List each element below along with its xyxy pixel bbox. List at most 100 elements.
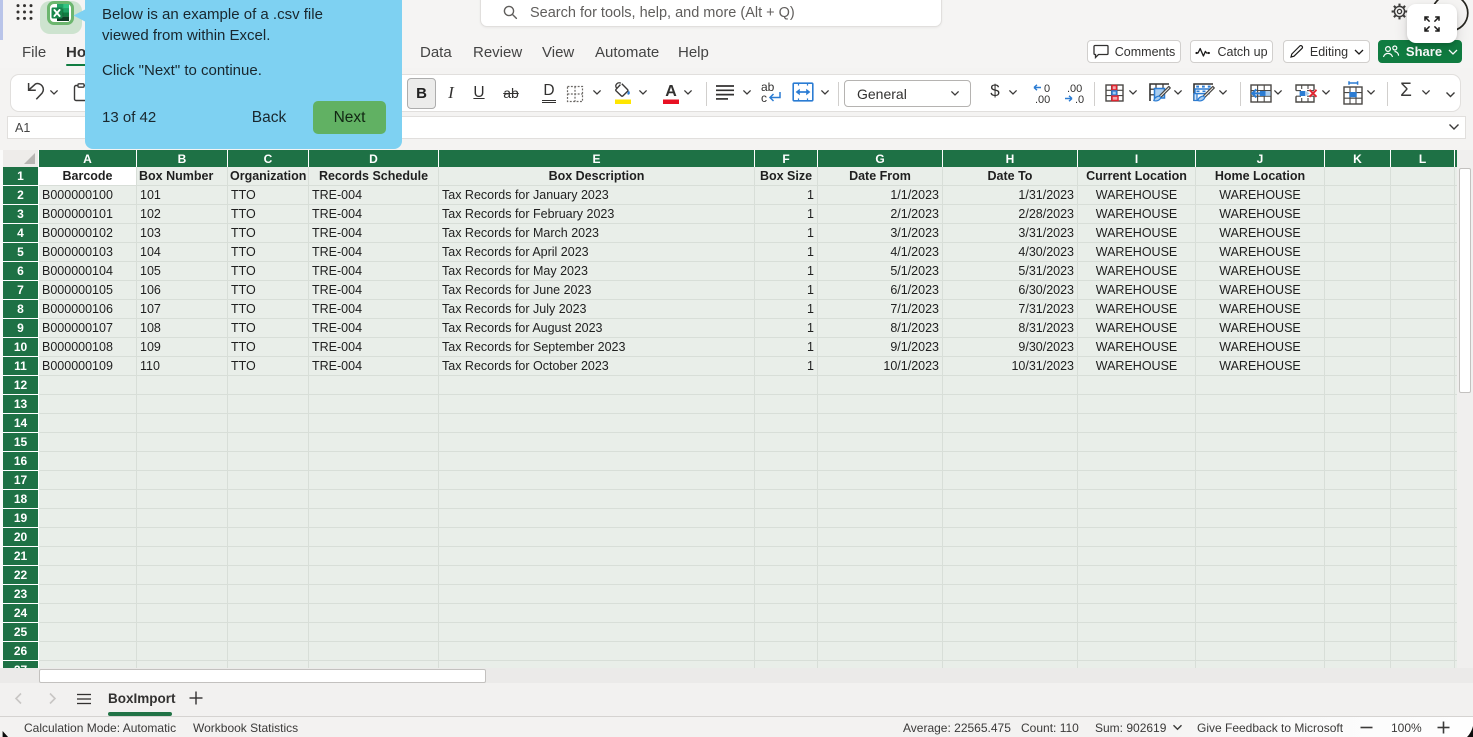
cell-B11[interactable]: 110 <box>137 357 228 376</box>
cell-L5[interactable] <box>1391 243 1455 262</box>
cell-G16[interactable] <box>818 452 943 471</box>
cell-J9[interactable]: WAREHOUSE <box>1196 319 1325 338</box>
cell-L14[interactable] <box>1391 414 1455 433</box>
conditional-formatting-button[interactable] <box>1105 84 1125 102</box>
cell-L11[interactable] <box>1391 357 1455 376</box>
cell-L23[interactable] <box>1391 585 1455 604</box>
underline-button[interactable]: U <box>469 82 489 104</box>
cell-F22[interactable] <box>755 566 818 585</box>
menu-automate[interactable]: Automate <box>595 44 659 61</box>
cell-I5[interactable]: WAREHOUSE <box>1078 243 1196 262</box>
cell-H9[interactable]: 8/31/2023 <box>943 319 1078 338</box>
cell-J19[interactable] <box>1196 509 1325 528</box>
currency-chevron-icon[interactable] <box>1008 89 1018 96</box>
fill-color-button[interactable] <box>612 81 634 105</box>
cell-D27[interactable] <box>309 661 439 668</box>
zoom-level[interactable]: 100% <box>1391 721 1422 735</box>
cell-D17[interactable] <box>309 471 439 490</box>
cell-E7[interactable]: Tax Records for June 2023 <box>439 281 755 300</box>
format-cells-button[interactable] <box>1343 80 1363 105</box>
cell-L16[interactable] <box>1391 452 1455 471</box>
row-header-10[interactable]: 10 <box>3 338 39 357</box>
sheet-tab-boximport[interactable]: BoxImport <box>108 691 176 706</box>
autosum-chevron-icon[interactable] <box>1421 89 1431 96</box>
cell-I26[interactable] <box>1078 642 1196 661</box>
align-button[interactable] <box>715 84 735 101</box>
cell-C5[interactable]: TTO <box>228 243 309 262</box>
cell-K19[interactable] <box>1325 509 1391 528</box>
cell-B1[interactable]: Box Number <box>137 167 228 186</box>
cell-G25[interactable] <box>818 623 943 642</box>
row-header-19[interactable]: 19 <box>3 509 39 528</box>
insert-cells-button[interactable] <box>1250 84 1272 103</box>
cell-D12[interactable] <box>309 376 439 395</box>
column-header-E[interactable]: E <box>439 150 755 167</box>
cell-J23[interactable] <box>1196 585 1325 604</box>
column-header-B[interactable]: B <box>137 150 228 167</box>
cell-E2[interactable]: Tax Records for January 2023 <box>439 186 755 205</box>
row-header-1[interactable]: 1 <box>3 167 39 186</box>
cell-E5[interactable]: Tax Records for April 2023 <box>439 243 755 262</box>
delete-cells-chevron-icon[interactable] <box>1321 89 1331 96</box>
cell-G19[interactable] <box>818 509 943 528</box>
cell-I20[interactable] <box>1078 528 1196 547</box>
row-header-11[interactable]: 11 <box>3 357 39 376</box>
cell-E1[interactable]: Box Description <box>439 167 755 186</box>
cell-A26[interactable] <box>39 642 137 661</box>
cell-F27[interactable] <box>755 661 818 668</box>
prev-sheet-icon[interactable] <box>14 692 23 705</box>
cell-B13[interactable] <box>137 395 228 414</box>
cell-I9[interactable]: WAREHOUSE <box>1078 319 1196 338</box>
cell-E20[interactable] <box>439 528 755 547</box>
excel-logo[interactable] <box>47 1 74 26</box>
cell-K6[interactable] <box>1325 262 1391 281</box>
cell-B12[interactable] <box>137 376 228 395</box>
fullscreen-card[interactable] <box>1407 4 1457 43</box>
merge-cells-button[interactable] <box>792 82 814 102</box>
cell-K4[interactable] <box>1325 224 1391 243</box>
back-button[interactable]: Back <box>233 103 305 133</box>
cell-D5[interactable]: TRE-004 <box>309 243 439 262</box>
cell-L18[interactable] <box>1391 490 1455 509</box>
cell-A8[interactable]: B000000106 <box>39 300 137 319</box>
cell-G7[interactable]: 6/1/2023 <box>818 281 943 300</box>
italic-button[interactable]: I <box>443 82 459 104</box>
row-header-8[interactable]: 8 <box>3 300 39 319</box>
cell-J13[interactable] <box>1196 395 1325 414</box>
cell-B26[interactable] <box>137 642 228 661</box>
editing-dropdown[interactable]: Editing <box>1283 40 1370 63</box>
cell-I25[interactable] <box>1078 623 1196 642</box>
cell-F4[interactable]: 1 <box>755 224 818 243</box>
cell-A21[interactable] <box>39 547 137 566</box>
column-header-F[interactable]: F <box>755 150 818 167</box>
cell-L1[interactable] <box>1391 167 1455 186</box>
cell-L3[interactable] <box>1391 205 1455 224</box>
cell-D19[interactable] <box>309 509 439 528</box>
cell-D9[interactable]: TRE-004 <box>309 319 439 338</box>
cell-A12[interactable] <box>39 376 137 395</box>
cell-K16[interactable] <box>1325 452 1391 471</box>
row-header-7[interactable]: 7 <box>3 281 39 300</box>
cell-H27[interactable] <box>943 661 1078 668</box>
cell-E15[interactable] <box>439 433 755 452</box>
conditional-formatting-chevron-icon[interactable] <box>1128 89 1138 96</box>
cell-E4[interactable]: Tax Records for March 2023 <box>439 224 755 243</box>
font-color-chevron-icon[interactable] <box>683 89 693 96</box>
row-header-12[interactable]: 12 <box>3 376 39 395</box>
column-header-J[interactable]: J <box>1196 150 1325 167</box>
cell-K13[interactable] <box>1325 395 1391 414</box>
formula-bar-expand-chevron-icon[interactable] <box>1448 123 1460 131</box>
cell-F13[interactable] <box>755 395 818 414</box>
cell-E3[interactable]: Tax Records for February 2023 <box>439 205 755 224</box>
zoom-in-icon[interactable] <box>1437 721 1450 734</box>
cell-K11[interactable] <box>1325 357 1391 376</box>
cell-G18[interactable] <box>818 490 943 509</box>
row-header-15[interactable]: 15 <box>3 433 39 452</box>
cell-J10[interactable]: WAREHOUSE <box>1196 338 1325 357</box>
format-cells-chevron-icon[interactable] <box>1366 89 1376 96</box>
cell-J4[interactable]: WAREHOUSE <box>1196 224 1325 243</box>
cell-E17[interactable] <box>439 471 755 490</box>
cell-K25[interactable] <box>1325 623 1391 642</box>
cell-D3[interactable]: TRE-004 <box>309 205 439 224</box>
strikethrough-button[interactable]: ab <box>498 83 524 103</box>
